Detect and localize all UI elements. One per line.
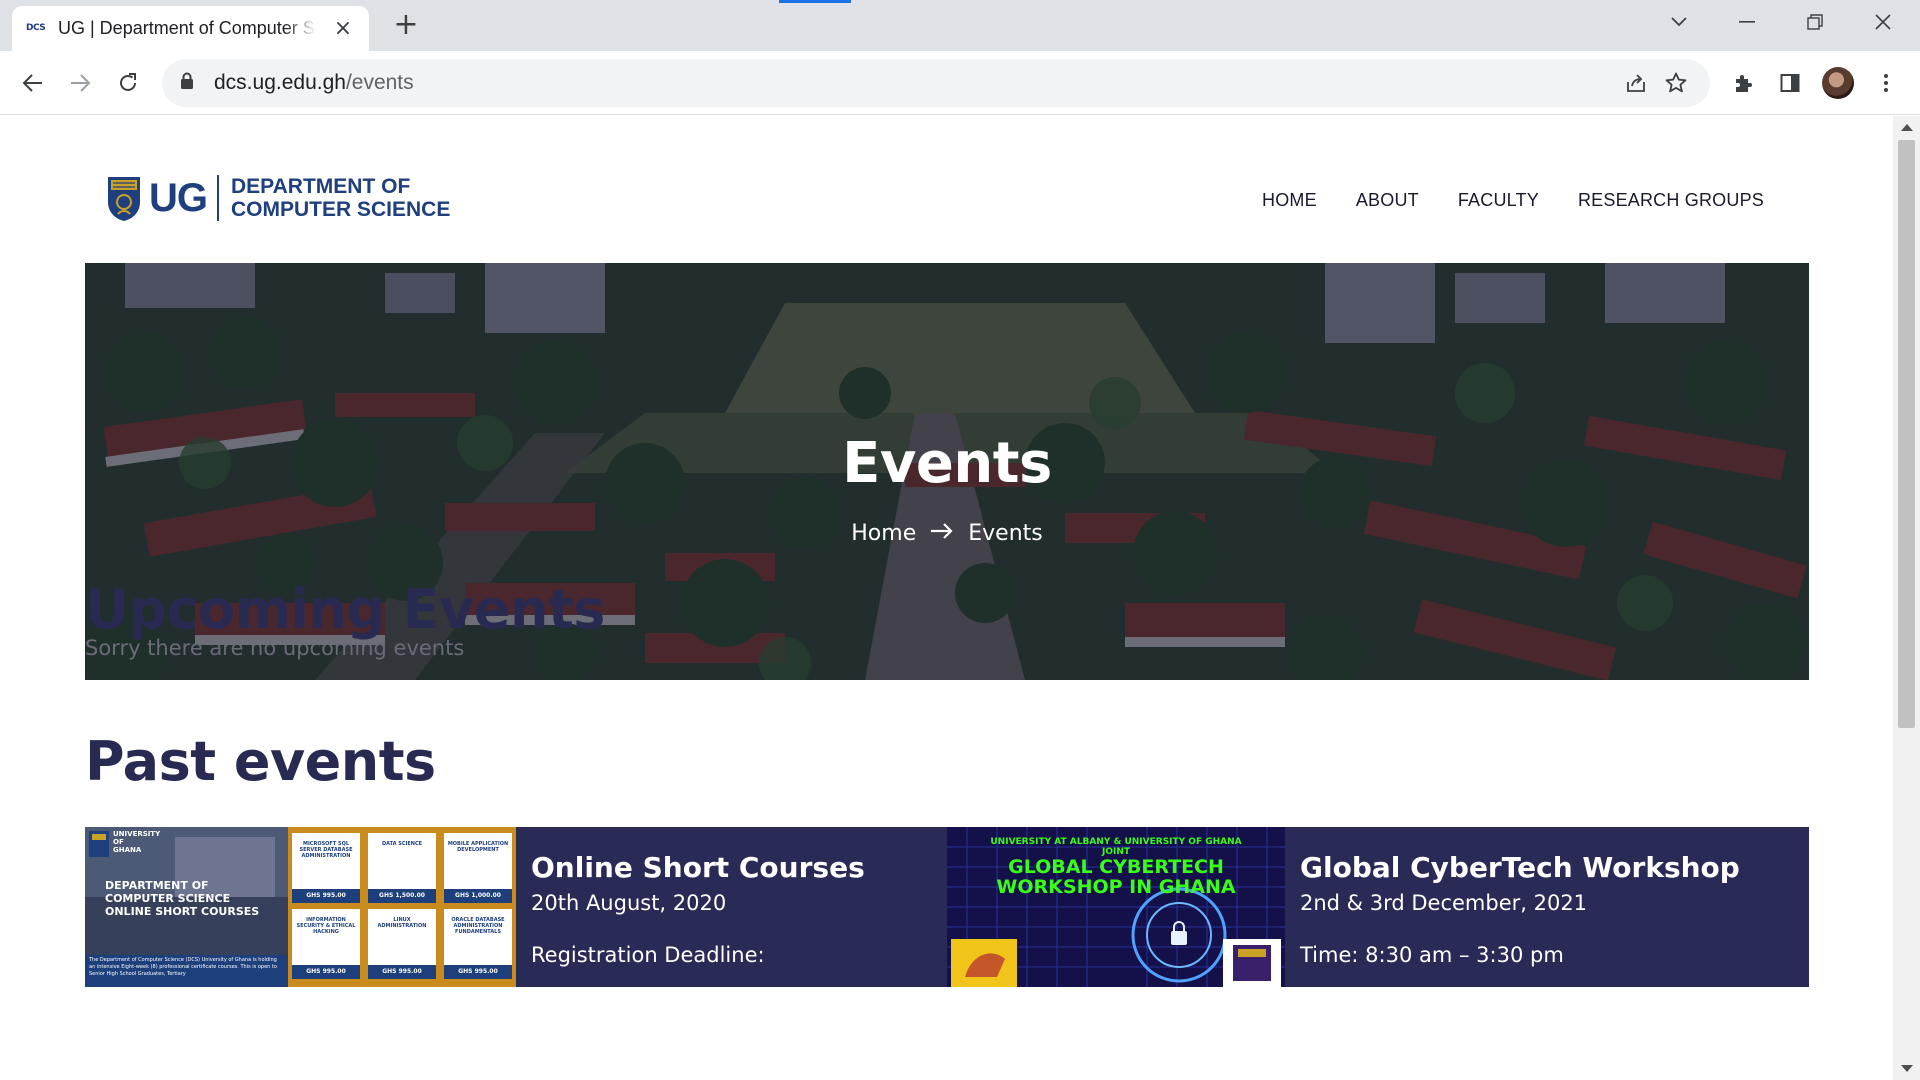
forward-button[interactable] <box>58 61 102 105</box>
page-viewport: UG DEPARTMENT OF COMPUTER SCIENCE HOME AB… <box>0 116 1893 1080</box>
upcoming-events-heading: Upcoming Events <box>85 578 605 641</box>
nav-research-groups[interactable]: RESEARCH GROUPS <box>1578 190 1764 211</box>
breadcrumb: Home Events <box>85 521 1809 546</box>
poster-course-grid: MICROSOFT SQL SERVER DATABASE ADMINISTRA… <box>292 833 512 979</box>
scroll-up-icon[interactable] <box>1901 124 1913 131</box>
browser-tabstrip: DCS UG | Department of Computer Science … <box>0 0 1920 51</box>
poster-course: INFORMATION SECURITY & ETHICAL HACKING G… <box>292 909 360 979</box>
event-card[interactable]: UNIVERSITY OF GHANA DEPARTMENT OF COMPUT… <box>85 827 947 987</box>
address-bar[interactable]: dcs.ug.edu.gh/events <box>162 59 1710 107</box>
scrollbar-thumb[interactable] <box>1898 140 1915 728</box>
nav-about[interactable]: ABOUT <box>1356 190 1419 211</box>
event-snippet: Time: 8:30 am – 3:30 pm <box>1300 943 1564 967</box>
bookmark-star-icon[interactable] <box>1664 71 1688 95</box>
tab-title: UG | Department of Computer Science <box>58 18 316 38</box>
restore-button[interactable] <box>1781 0 1849 44</box>
event-title[interactable]: Online Short Courses <box>531 851 865 884</box>
breadcrumb-home[interactable]: Home <box>851 521 916 546</box>
extensions-icon[interactable] <box>1727 67 1759 99</box>
poster-headline: UNIVERSITY AT ALBANY & UNIVERSITY OF GHA… <box>990 837 1242 898</box>
logo-ug-text: UG <box>149 175 208 220</box>
arrow-right-icon <box>930 521 954 546</box>
logo-department-text: DEPARTMENT OF COMPUTER SCIENCE <box>231 175 451 221</box>
event-card[interactable]: UNIVERSITY AT ALBANY & UNIVERSITY OF GHA… <box>947 827 1809 987</box>
browser-toolbar: dcs.ug.edu.gh/events <box>0 51 1920 115</box>
poster-course: MOBILE APPLICATION DEVELOPMENT GHS 1,000… <box>444 833 512 903</box>
site-logo[interactable]: UG DEPARTMENT OF COMPUTER SCIENCE <box>105 174 450 222</box>
tab-search-icon[interactable] <box>1645 0 1713 44</box>
logo-divider <box>217 175 219 221</box>
event-date: 20th August, 2020 <box>531 891 727 915</box>
poster-course: ORACLE DATABASE ADMINISTRATION FUNDAMENT… <box>444 909 512 979</box>
site-favicon-icon: DCS <box>26 22 46 33</box>
breadcrumb-current: Events <box>968 521 1043 546</box>
share-icon[interactable] <box>1624 71 1648 95</box>
poster-course: DATA SCIENCE GHS 1,500.00 <box>368 833 436 903</box>
minimize-button[interactable] <box>1713 0 1781 44</box>
event-date: 2nd & 3rd December, 2021 <box>1300 891 1588 915</box>
main-navigation: HOME ABOUT FACULTY RESEARCH GROUPS <box>1262 190 1764 211</box>
url-text[interactable]: dcs.ug.edu.gh/events <box>214 71 414 95</box>
event-snippet: Registration Deadline: <box>531 943 765 967</box>
poster-course: LINUX ADMINISTRATION GHS 995.00 <box>368 909 436 979</box>
page-scrollbar[interactable] <box>1893 116 1920 1080</box>
chrome-menu-icon[interactable] <box>1870 67 1902 99</box>
poster-course: MICROSOFT SQL SERVER DATABASE ADMINISTRA… <box>292 833 360 903</box>
event-title[interactable]: Global CyberTech Workshop <box>1300 851 1740 884</box>
past-events-heading: Past events <box>85 730 436 793</box>
nav-home[interactable]: HOME <box>1262 190 1317 211</box>
nav-faculty[interactable]: FACULTY <box>1458 190 1539 211</box>
tab-close-icon[interactable]: × <box>331 16 355 41</box>
side-panel-icon[interactable] <box>1774 67 1806 99</box>
poster-headline: DEPARTMENT OF COMPUTER SCIENCE ONLINE SH… <box>105 879 260 918</box>
event-poster-image[interactable]: UNIVERSITY OF GHANA DEPARTMENT OF COMPUT… <box>85 827 516 987</box>
reload-button[interactable] <box>106 61 150 105</box>
close-window-button[interactable] <box>1849 0 1917 44</box>
page-title: Events <box>842 431 1052 496</box>
back-button[interactable] <box>11 61 55 105</box>
loading-indicator <box>779 0 851 3</box>
new-tab-button[interactable]: + <box>390 10 422 42</box>
browser-tab[interactable]: DCS UG | Department of Computer Science … <box>12 6 369 51</box>
ug-crest-icon <box>108 177 140 221</box>
no-upcoming-message: Sorry there are no upcoming events <box>85 636 465 660</box>
profile-avatar[interactable] <box>1822 67 1854 99</box>
poster-blurb: The Department of Computer Science (DCS)… <box>89 957 277 977</box>
poster-university: UNIVERSITY OF GHANA <box>113 830 161 854</box>
scroll-down-icon[interactable] <box>1901 1065 1913 1072</box>
lock-icon[interactable] <box>180 72 194 94</box>
event-poster-image[interactable]: UNIVERSITY AT ALBANY & UNIVERSITY OF GHA… <box>947 827 1285 987</box>
past-events-list: UNIVERSITY OF GHANA DEPARTMENT OF COMPUT… <box>85 827 1809 987</box>
